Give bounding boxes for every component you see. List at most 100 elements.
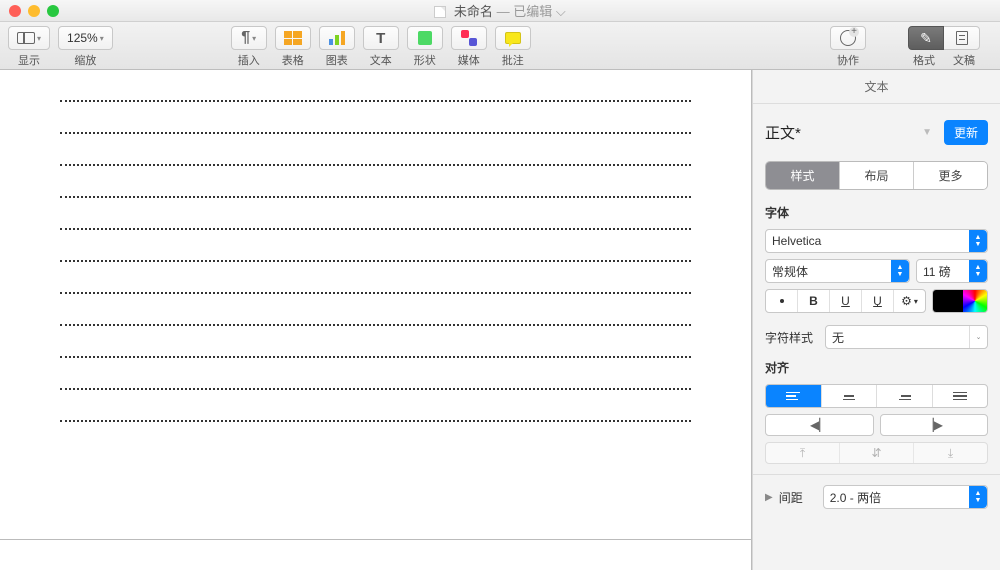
double-underline-button[interactable]: U: [861, 290, 893, 312]
disclosure-triangle-icon[interactable]: ▶: [765, 492, 773, 503]
color-swatch: [933, 290, 963, 312]
document-label: 文稿: [944, 52, 984, 68]
collaborate-button[interactable]: [830, 26, 866, 50]
insert-label: 插入: [238, 52, 260, 68]
font-size-value: 11 磅: [923, 263, 951, 280]
chart-label: 图表: [326, 52, 348, 68]
update-style-button[interactable]: 更新: [944, 120, 988, 145]
font-family-value: Helvetica: [772, 234, 821, 248]
brush-icon: ✎: [920, 30, 932, 47]
format-sidebar: 文本 正文* ▼ 更新 样式 布局 更多 字体 Helvetica ▲▼ 常规体…: [752, 70, 1000, 570]
font-size-field[interactable]: 11 磅 ▲▼: [916, 259, 988, 283]
zoom-value: 125%: [67, 31, 98, 45]
seg-style[interactable]: 样式: [766, 162, 839, 189]
bold-button[interactable]: B: [797, 290, 829, 312]
textbox-button[interactable]: T: [363, 26, 399, 50]
document-canvas[interactable]: [0, 70, 752, 570]
content-area: 文本 正文* ▼ 更新 样式 布局 更多 字体 Helvetica ▲▼ 常规体…: [0, 70, 1000, 570]
align-justify-button[interactable]: [932, 385, 988, 407]
align-center-button[interactable]: [821, 385, 877, 407]
text-format-bar: B U U ⚙︎▾: [765, 289, 926, 313]
font-family-select[interactable]: Helvetica ▲▼: [765, 229, 988, 253]
paragraph-icon: ¶: [241, 29, 250, 47]
dotted-line: [60, 280, 691, 294]
text-color-picker[interactable]: [932, 289, 988, 313]
decrease-indent-button[interactable]: ◀▏: [765, 414, 874, 436]
stepper-icon: ▲▼: [969, 260, 987, 282]
view-icon: [17, 32, 35, 44]
document-icon: [434, 6, 446, 18]
chevron-down-icon[interactable]: ▼: [922, 127, 932, 138]
shape-button[interactable]: [407, 26, 443, 50]
dotted-line: [60, 216, 691, 230]
spacing-label: 间距: [779, 489, 803, 506]
inspector-segmented: 样式 布局 更多: [765, 161, 988, 190]
table-label: 表格: [282, 52, 304, 68]
stepper-icon: ▲▼: [891, 260, 909, 282]
view-button[interactable]: ▾: [8, 26, 50, 50]
title-dropdown-icon[interactable]: ⌵: [556, 4, 566, 19]
stepper-icon: ▲▼: [969, 486, 987, 508]
seg-layout[interactable]: 布局: [839, 162, 913, 189]
increase-indent-button[interactable]: ▕▶: [880, 414, 989, 436]
line-spacing-select[interactable]: 2.0 - 两倍 ▲▼: [823, 485, 988, 509]
dotted-line: [60, 152, 691, 166]
table-button[interactable]: [275, 26, 311, 50]
collaborate-icon: [840, 30, 856, 46]
paragraph-style-name[interactable]: 正文*: [765, 122, 922, 143]
dotted-line: [60, 376, 691, 390]
toolbar: ▾ 显示 125%▾ 缩放 ¶▾ 插入 表格 图表 T 文本 形状 媒体 批注 …: [0, 22, 1000, 70]
dotted-line: [60, 408, 691, 422]
vertical-align-segmented: ⤒ ⇵ ⤓: [765, 442, 988, 464]
line-spacing-value: 2.0 - 两倍: [830, 489, 881, 506]
insert-button[interactable]: ¶▾: [231, 26, 267, 50]
sidebar-tab-text[interactable]: 文本: [753, 70, 1000, 104]
chart-button[interactable]: [319, 26, 355, 50]
font-style-value: 常规体: [772, 263, 808, 280]
valign-top-button[interactable]: ⤒: [766, 443, 839, 463]
document-inspector-button[interactable]: [944, 26, 980, 50]
font-style-select[interactable]: 常规体 ▲▼: [765, 259, 910, 283]
dotted-line: [60, 184, 691, 198]
dotted-line: [60, 312, 691, 326]
shape-label: 形状: [414, 52, 436, 68]
underline-button[interactable]: U: [829, 290, 861, 312]
media-button[interactable]: [451, 26, 487, 50]
collaborate-label: 协作: [837, 52, 859, 68]
window-title: 未命名 — 已编辑 ⌵: [0, 1, 1000, 20]
dotted-line: [60, 88, 691, 102]
media-icon: [461, 30, 477, 46]
document-name: 未命名: [454, 4, 493, 19]
align-right-button[interactable]: [876, 385, 932, 407]
window-titlebar: 未命名 — 已编辑 ⌵: [0, 0, 1000, 22]
color-wheel-icon[interactable]: [963, 290, 987, 312]
shape-icon: [418, 31, 432, 45]
comment-icon: [505, 32, 521, 44]
stepper-icon: ▲▼: [969, 230, 987, 252]
seg-more[interactable]: 更多: [913, 162, 987, 189]
view-label: 显示: [18, 52, 40, 68]
comment-button[interactable]: [495, 26, 531, 50]
bullet-button[interactable]: [766, 290, 797, 312]
textbox-label: 文本: [370, 52, 392, 68]
chart-icon: [329, 31, 345, 45]
document-status: 已编辑: [513, 4, 552, 19]
align-left-button[interactable]: [766, 385, 821, 407]
char-style-select[interactable]: 无 ⌄: [825, 325, 988, 349]
font-section-title: 字体: [765, 204, 988, 221]
format-inspector-button[interactable]: ✎: [908, 26, 944, 50]
dotted-line: [60, 248, 691, 262]
text-icon: T: [376, 30, 385, 47]
char-style-label: 字符样式: [765, 329, 825, 346]
dotted-line: [60, 120, 691, 134]
chevron-icon: ⌄: [969, 326, 987, 348]
advanced-options-button[interactable]: ⚙︎▾: [893, 290, 925, 312]
media-label: 媒体: [458, 52, 480, 68]
gear-icon: ⚙︎: [901, 294, 912, 308]
valign-bottom-button[interactable]: ⤓: [913, 443, 987, 463]
zoom-button[interactable]: 125%▾: [58, 26, 113, 50]
horizontal-align-segmented: [765, 384, 988, 408]
table-icon: [284, 31, 302, 45]
valign-middle-button[interactable]: ⇵: [839, 443, 913, 463]
format-label: 格式: [904, 52, 944, 68]
